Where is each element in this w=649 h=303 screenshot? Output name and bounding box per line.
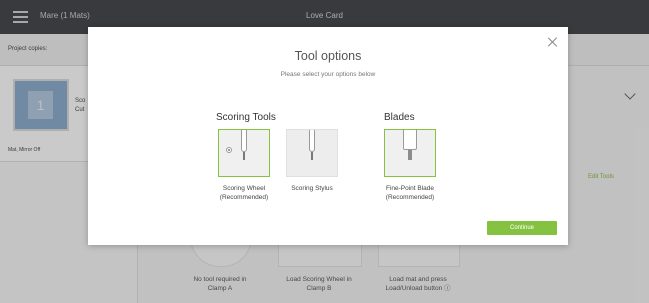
wheel-tip-icon bbox=[243, 152, 245, 160]
scoring-wheel-icon bbox=[241, 130, 247, 152]
tool-caption-line: (Recommended) bbox=[385, 194, 435, 201]
fine-point-blade-caption: Fine-Point Blade (Recommended) bbox=[370, 184, 450, 202]
blades-heading: Blades bbox=[384, 112, 415, 123]
scoring-stylus-caption: Scoring Stylus bbox=[272, 184, 352, 193]
dialog-subtitle: Please select your options below bbox=[280, 71, 376, 78]
scoring-wheel-option[interactable] bbox=[218, 129, 270, 177]
radio-selected-icon bbox=[226, 147, 232, 153]
tool-options-dialog: Tool options Please select your options … bbox=[88, 27, 568, 245]
scoring-stylus-icon bbox=[309, 130, 315, 152]
tool-caption-line: Fine-Point Blade bbox=[385, 185, 435, 192]
fine-point-blade-icon bbox=[403, 130, 417, 150]
scoring-stylus-option[interactable] bbox=[286, 129, 338, 177]
dialog-title: Tool options bbox=[294, 49, 362, 63]
blade-tip-icon bbox=[408, 150, 412, 160]
stylus-tip-icon bbox=[311, 152, 313, 160]
fine-point-blade-option[interactable] bbox=[384, 129, 436, 177]
tool-caption-line: (Recommended) bbox=[219, 194, 269, 201]
tool-caption-line: Scoring Stylus bbox=[291, 185, 333, 192]
scoring-tools-heading: Scoring Tools bbox=[216, 112, 276, 123]
close-icon[interactable] bbox=[548, 37, 558, 47]
continue-button[interactable]: Continue bbox=[487, 221, 557, 235]
